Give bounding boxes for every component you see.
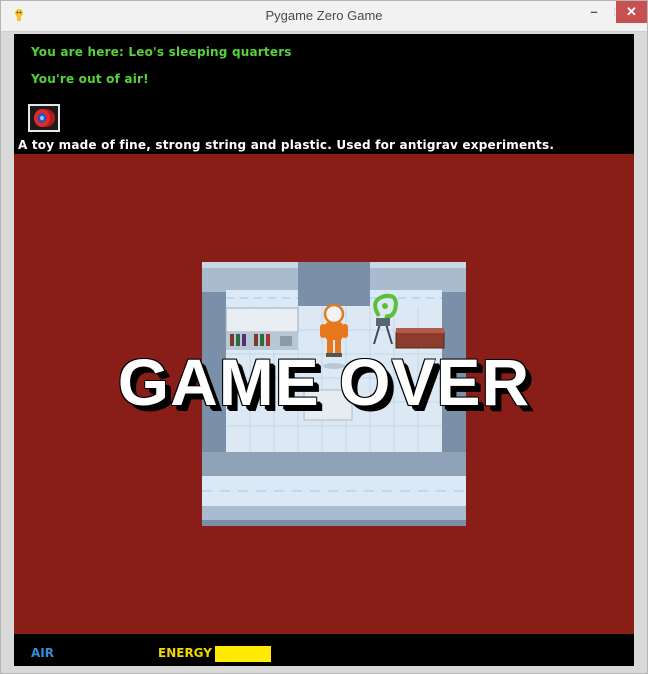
selected-item-slot — [28, 104, 60, 132]
yoyo-icon — [34, 109, 55, 127]
status-bar: AIR ENERGY — [14, 634, 634, 666]
item-description: A toy made of fine, strong string and pl… — [18, 138, 555, 152]
air-label: AIR — [31, 646, 54, 660]
window-title: Pygame Zero Game — [265, 8, 383, 23]
minimize-button[interactable]: – — [581, 1, 607, 23]
game-window: Pygame Zero Game – □ ✕ You are here: Leo… — [0, 0, 648, 674]
energy-label: ENERGY — [158, 646, 212, 660]
game-canvas[interactable]: You are here: Leo's sleeping quarters Yo… — [14, 34, 634, 666]
location-message: You are here: Leo's sleeping quarters — [31, 45, 292, 59]
energy-meter-fill — [215, 646, 271, 662]
play-area[interactable]: GAME OVER — [14, 154, 634, 634]
shelf-unit — [225, 307, 299, 333]
air-warning-message: You're out of air! — [31, 72, 149, 86]
title-bar[interactable]: Pygame Zero Game – □ ✕ — [1, 1, 647, 32]
close-button[interactable]: ✕ — [616, 1, 647, 23]
game-over-banner: GAME OVER — [117, 345, 531, 419]
energy-meter — [215, 646, 271, 662]
